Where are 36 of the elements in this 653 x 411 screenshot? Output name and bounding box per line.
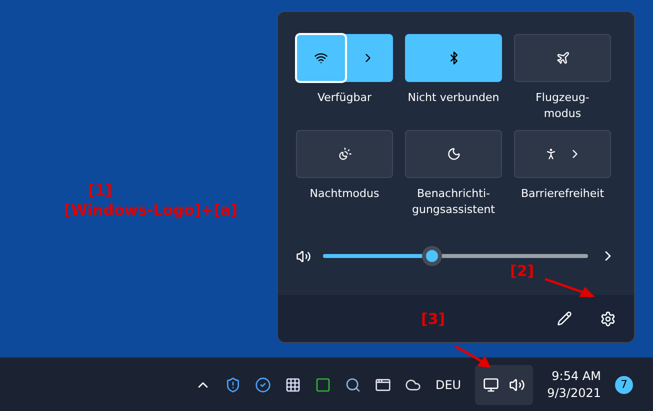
sun-icon	[338, 147, 352, 161]
tile-label: Flugzeug- modus	[536, 90, 590, 122]
slider-thumb[interactable]	[422, 246, 442, 266]
window-icon[interactable]	[375, 376, 392, 392]
pencil-icon[interactable]	[557, 311, 572, 326]
tile-label: Barrierefreiheit	[520, 186, 604, 202]
arrow	[455, 346, 491, 368]
toggle-tile[interactable]	[405, 34, 502, 82]
annotation-label: [Windows-Logo]+[a]	[64, 201, 238, 219]
tile-label: Nicht verbunden	[408, 90, 500, 106]
speaker-icon	[296, 248, 311, 264]
tile-label: Verfügbar	[317, 90, 372, 106]
tile-label: Nachtmodus	[310, 186, 380, 202]
square-icon[interactable]	[315, 376, 332, 392]
grid-icon[interactable]	[285, 376, 302, 392]
shield-icon[interactable]	[225, 376, 242, 392]
magnifier-icon[interactable]	[345, 376, 362, 392]
airplane-icon	[556, 51, 570, 65]
notification-badge[interactable]: 7	[615, 376, 633, 394]
check-circle-icon[interactable]	[255, 376, 272, 392]
wifi-icon	[314, 51, 328, 65]
tray-button[interactable]	[475, 364, 534, 404]
monitor-icon	[483, 376, 500, 392]
tile-label: Benachrichti- gungsassistent	[412, 186, 495, 218]
settings-icon[interactable]	[600, 310, 616, 326]
annotation-label: [1]	[88, 181, 112, 199]
moon-icon	[446, 147, 460, 161]
annotation-label: [2]	[510, 262, 534, 280]
annotation-label: [3]	[421, 310, 446, 328]
volume-slider[interactable]	[323, 246, 588, 266]
speaker-icon	[509, 376, 526, 392]
language-indicator[interactable]: DEU	[435, 378, 462, 392]
clock-date[interactable]: 9/3/2021	[547, 384, 601, 402]
cloud-icon[interactable]	[405, 376, 422, 392]
clock-time[interactable]: 9:54 AM	[552, 368, 601, 384]
toggle-tile[interactable]	[296, 34, 393, 82]
